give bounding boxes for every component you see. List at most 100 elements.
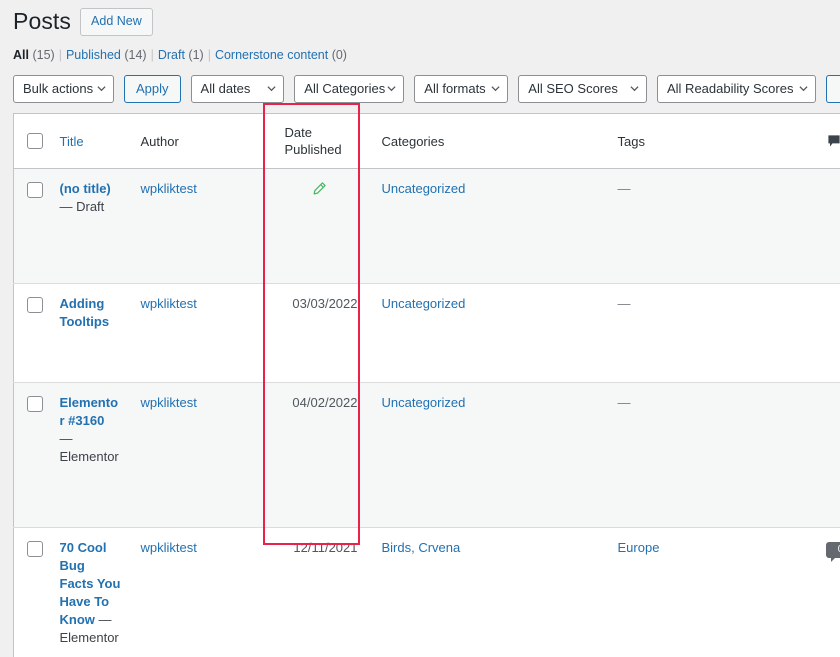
row-categories-cell: Birds, Crvena: [372, 528, 608, 657]
row-author-cell: wpkliktest: [131, 383, 271, 528]
column-header-categories-label: Categories: [382, 134, 445, 149]
row-title-cell: 70 Cool Bug Facts You Have To Know — Ele…: [50, 528, 131, 657]
row-checkbox-cell: [14, 528, 50, 657]
row-comments-cell: —: [820, 284, 840, 383]
table-row[interactable]: (no title) — Draft wpkliktest: [14, 169, 840, 284]
table-row[interactable]: 70 Cool Bug Facts You Have To Know — Ele…: [14, 528, 840, 657]
column-header-tags-label: Tags: [618, 134, 645, 149]
view-links-separator-1: |: [59, 48, 62, 62]
all-seo-scores-select[interactable]: All SEO Scores: [518, 75, 647, 103]
view-links-separator-2: |: [151, 48, 154, 62]
row-categories-cell: Uncategorized: [372, 383, 608, 528]
column-header-date-published[interactable]: Date Published: [271, 114, 372, 169]
row-tags-cell: —: [608, 169, 820, 284]
pencil-icon[interactable]: [312, 181, 327, 196]
column-header-author[interactable]: Author: [131, 114, 271, 169]
posts-admin-page: Posts Add New All (15)|Published (14)|Dr…: [0, 0, 840, 606]
column-header-date-line1: Date: [285, 125, 312, 140]
view-link-all[interactable]: All: [13, 48, 29, 62]
all-dates-select[interactable]: All dates: [191, 75, 285, 103]
page-header: Posts Add New: [0, 0, 840, 38]
row-checkbox-cell: [14, 383, 50, 528]
row-title-cell: Adding Tooltips: [50, 284, 131, 383]
row-title-cell: Elementor #3160 — Elementor: [50, 383, 131, 528]
posts-table: Title Author Date Published Categories T…: [13, 113, 840, 657]
post-author-link[interactable]: wpkliktest: [141, 296, 197, 311]
row-comments-cell: —: [820, 169, 840, 284]
post-tags-value: —: [618, 181, 631, 196]
column-header-categories: Categories: [372, 114, 608, 169]
post-date-value: 03/03/2022: [292, 296, 357, 311]
add-new-button[interactable]: Add New: [80, 8, 153, 36]
all-categories-label: All Categories: [304, 81, 385, 96]
chevron-down-icon: [267, 84, 276, 93]
row-author-cell: wpkliktest: [131, 528, 271, 657]
select-all-checkbox[interactable]: [27, 133, 43, 149]
post-author-link[interactable]: wpkliktest: [141, 181, 197, 196]
table-filter-bar: Bulk actions Apply All dates All Categor…: [0, 63, 840, 103]
row-comments-cell: 0: [820, 528, 840, 657]
post-title-link[interactable]: Elementor #3160: [60, 395, 119, 428]
post-state-label: — Draft: [60, 199, 105, 214]
view-link-draft[interactable]: Draft: [158, 48, 185, 62]
post-tag-link[interactable]: Europe: [618, 540, 660, 555]
post-author-link[interactable]: wpkliktest: [141, 395, 197, 410]
row-select-checkbox[interactable]: [27, 541, 43, 557]
comment-bubble-icon: [826, 133, 840, 149]
post-category-link[interactable]: Uncategorized: [382, 181, 466, 196]
chevron-down-icon: [799, 84, 808, 93]
row-date-cell: [271, 169, 372, 284]
row-tags-cell: —: [608, 284, 820, 383]
row-author-cell: wpkliktest: [131, 169, 271, 284]
bulk-actions-select[interactable]: Bulk actions: [13, 75, 114, 103]
page-title: Posts: [13, 7, 71, 37]
all-categories-select[interactable]: All Categories: [294, 75, 404, 103]
row-categories-cell: Uncategorized: [372, 284, 608, 383]
post-date-value: 04/02/2022: [292, 395, 357, 410]
table-row[interactable]: Elementor #3160 — Elementor wpkliktest 0…: [14, 383, 840, 528]
row-select-checkbox[interactable]: [27, 297, 43, 313]
row-select-checkbox[interactable]: [27, 182, 43, 198]
apply-button[interactable]: Apply: [124, 75, 181, 103]
all-readability-scores-label: All Readability Scores: [667, 81, 793, 96]
row-select-checkbox[interactable]: [27, 396, 43, 412]
post-category-link[interactable]: Birds, Crvena: [382, 540, 461, 555]
posts-table-container: Title Author Date Published Categories T…: [13, 113, 840, 657]
post-date-value: 12/11/2021: [293, 540, 357, 555]
posts-table-header: Title Author Date Published Categories T…: [14, 114, 840, 169]
all-seo-scores-label: All SEO Scores: [528, 81, 618, 96]
row-checkbox-cell: [14, 284, 50, 383]
post-title-link[interactable]: Adding Tooltips: [60, 296, 110, 329]
view-count-published: (14): [124, 48, 146, 62]
view-link-cornerstone-content[interactable]: Cornerstone content: [215, 48, 328, 62]
row-date-cell: 03/03/2022: [271, 284, 372, 383]
post-category-link[interactable]: Uncategorized: [382, 296, 466, 311]
all-formats-select[interactable]: All formats: [414, 75, 508, 103]
view-link-published[interactable]: Published: [66, 48, 121, 62]
column-header-comments[interactable]: [820, 114, 840, 169]
row-comments-cell: —: [820, 383, 840, 528]
all-readability-scores-select[interactable]: All Readability Scores: [657, 75, 816, 103]
filter-button-clipped[interactable]: [826, 75, 840, 103]
post-author-link[interactable]: wpkliktest: [141, 540, 197, 555]
post-category-link[interactable]: Uncategorized: [382, 395, 466, 410]
comment-count-badge[interactable]: 0: [826, 542, 840, 558]
row-checkbox-cell: [14, 169, 50, 284]
bulk-actions-label: Bulk actions: [23, 81, 93, 96]
post-title-link[interactable]: (no title): [60, 181, 111, 196]
column-header-title-link[interactable]: Title: [60, 134, 84, 149]
row-author-cell: wpkliktest: [131, 284, 271, 383]
column-header-author-label: Author: [141, 134, 179, 149]
column-header-title[interactable]: Title: [50, 114, 131, 169]
column-header-date-line2: Published: [285, 142, 342, 157]
view-count-cornerstone-content: (0): [332, 48, 347, 62]
view-links-separator-3: |: [208, 48, 211, 62]
table-row[interactable]: Adding Tooltips wpkliktest 03/03/2022 Un…: [14, 284, 840, 383]
row-title-cell: (no title) — Draft: [50, 169, 131, 284]
chevron-down-icon: [97, 84, 106, 93]
chevron-down-icon: [491, 84, 500, 93]
column-header-tags: Tags: [608, 114, 820, 169]
row-tags-cell: —: [608, 383, 820, 528]
post-tags-value: —: [618, 296, 631, 311]
posts-table-body: (no title) — Draft wpkliktest: [14, 169, 840, 657]
